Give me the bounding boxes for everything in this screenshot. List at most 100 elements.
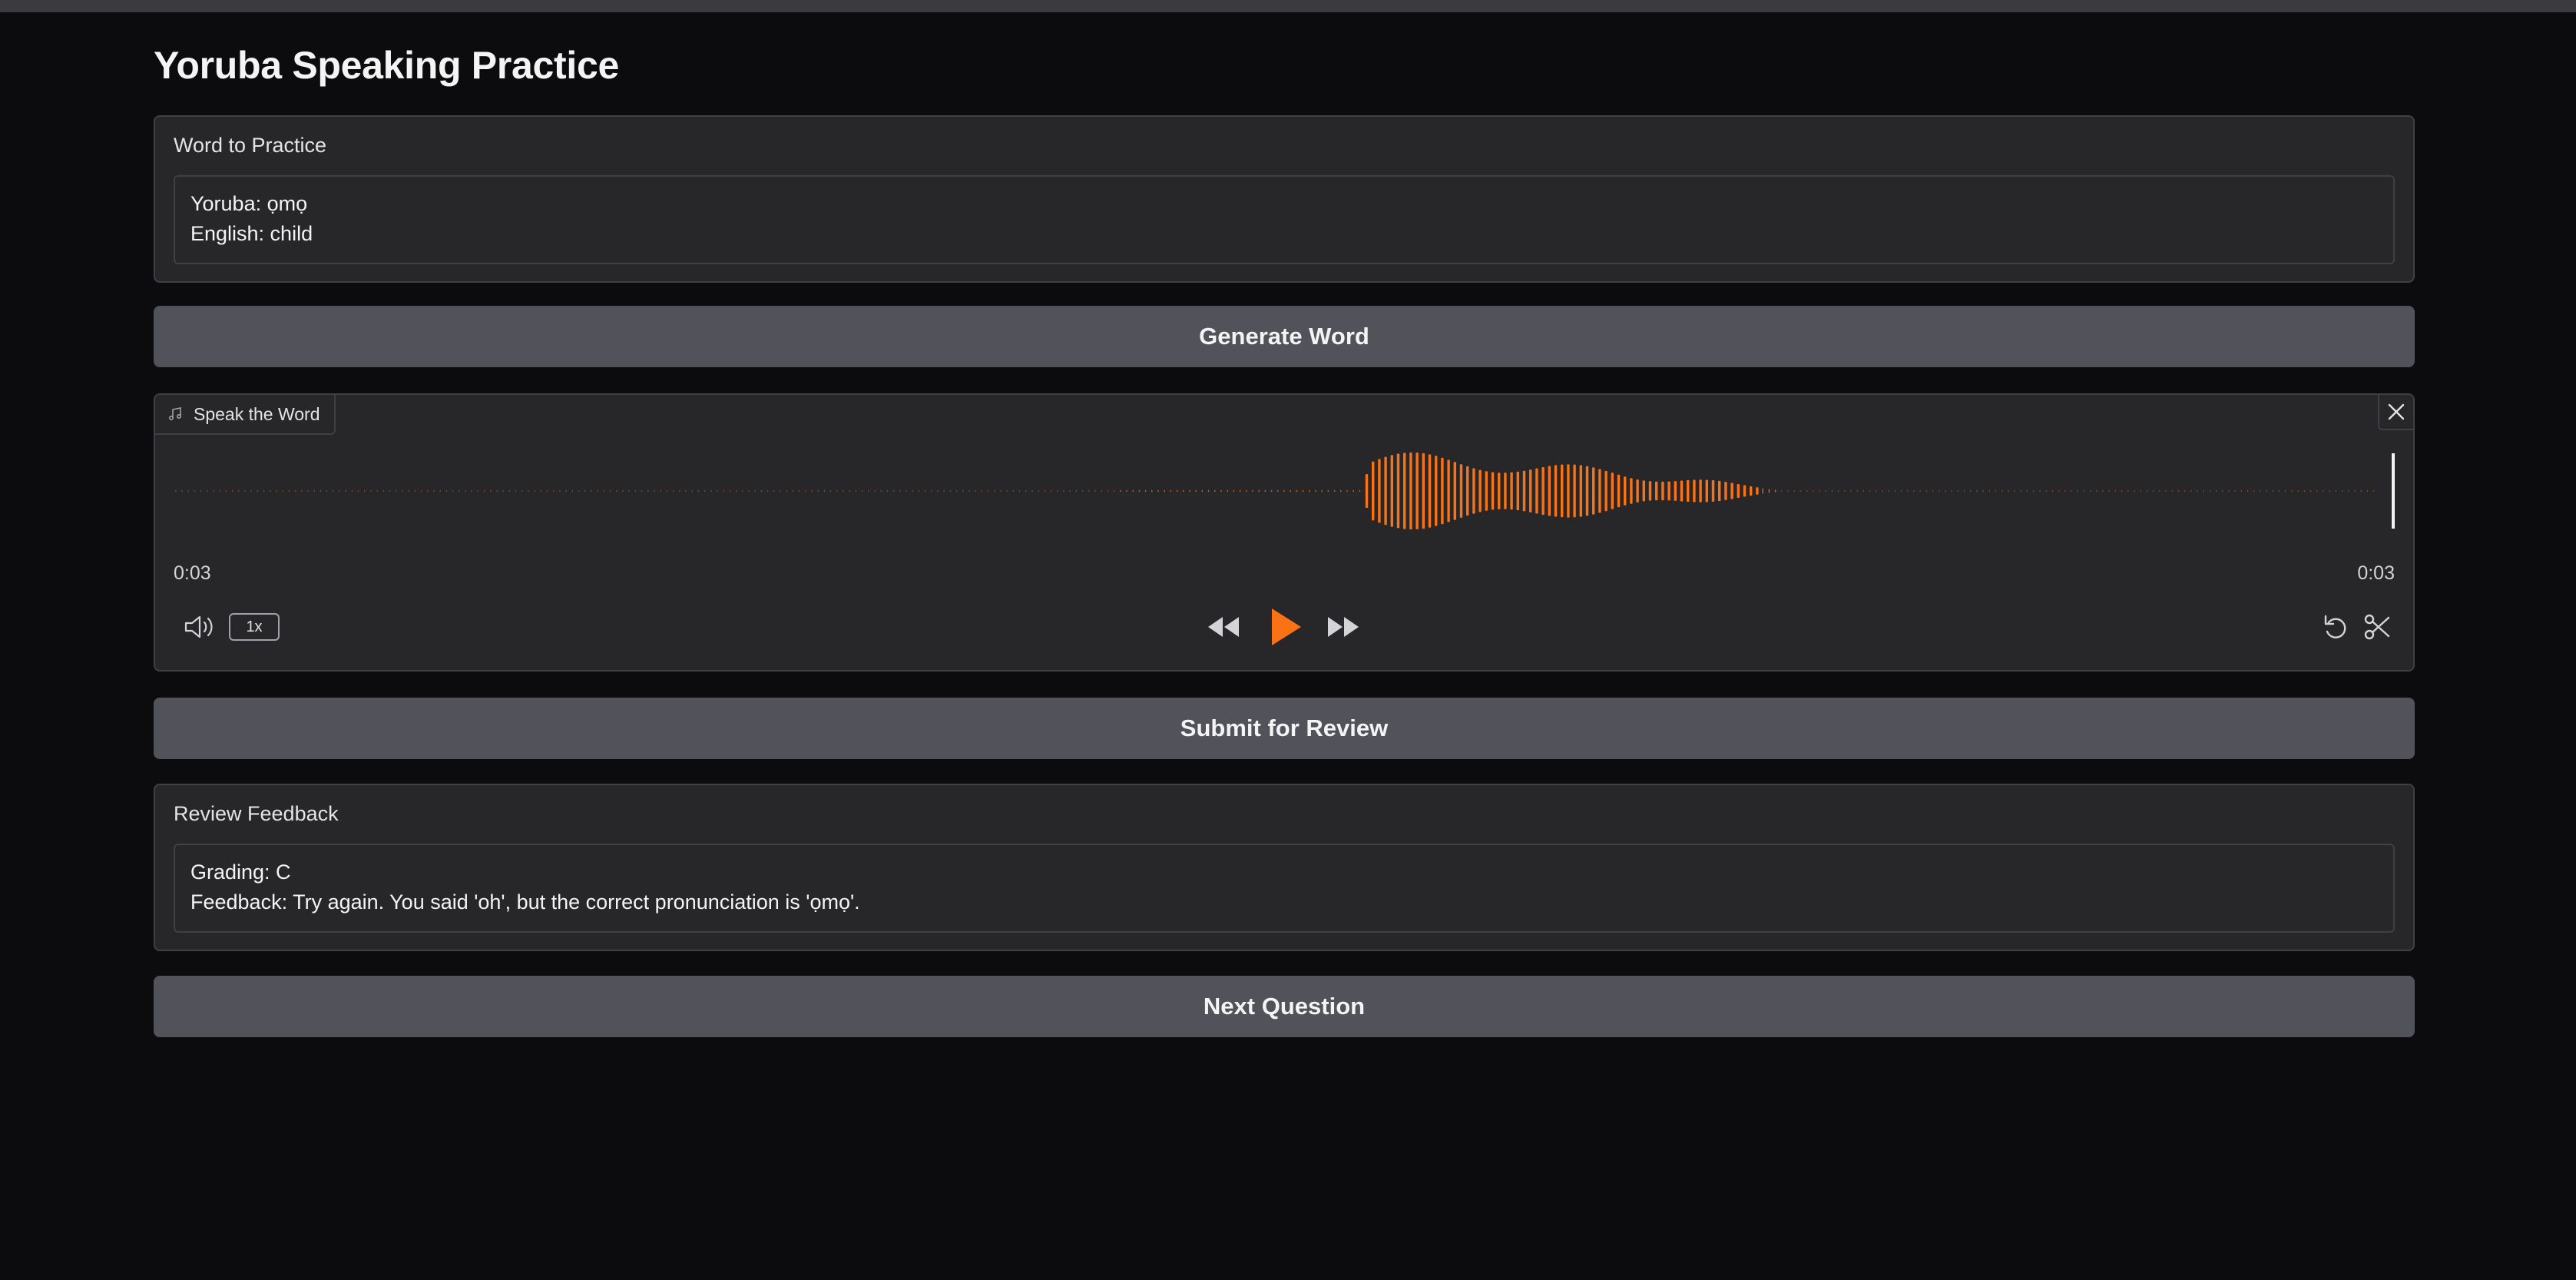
waveform-bar xyxy=(1687,479,1690,502)
feedback-output-textbox[interactable]: Grading: C Feedback: Try again. You said… xyxy=(174,844,2395,933)
fast-forward-icon xyxy=(1328,617,1359,637)
waveform-bar xyxy=(508,490,511,492)
waveform-bar xyxy=(1485,471,1488,511)
fast-forward-button[interactable] xyxy=(1324,612,1362,642)
waveform-bar xyxy=(238,490,240,492)
waveform-bar xyxy=(1813,490,1814,492)
waveform-bar xyxy=(2134,490,2135,492)
waveform-bar xyxy=(1207,489,1210,492)
waveform-bar xyxy=(2177,490,2180,492)
waveform-bar xyxy=(276,490,277,492)
waveform-bar xyxy=(1724,482,1727,500)
audio-waveform[interactable] xyxy=(174,449,2398,533)
waveform-bar xyxy=(339,490,340,492)
rewind-button[interactable] xyxy=(1204,612,1243,642)
waveform-bar xyxy=(1743,485,1747,497)
waveform-bar xyxy=(187,490,189,492)
waveform-bar xyxy=(370,490,372,492)
waveform-bar xyxy=(408,490,409,492)
waveform-bar xyxy=(1459,464,1463,518)
waveform-bar xyxy=(2058,490,2060,492)
waveform-bar xyxy=(459,490,460,492)
waveform-bar xyxy=(1435,456,1438,526)
waveform-bar xyxy=(1170,489,1172,492)
playhead-cursor[interactable] xyxy=(2392,453,2395,529)
playback-rate-button[interactable]: 1x xyxy=(229,613,280,641)
waveform-bar xyxy=(2102,490,2104,492)
waveform-bar xyxy=(1510,472,1513,510)
waveform-bar xyxy=(194,490,196,492)
generate-word-button[interactable]: Generate Word xyxy=(154,306,2415,367)
waveform-bar xyxy=(1195,489,1197,492)
trim-button[interactable] xyxy=(2361,612,2395,642)
waveform-bar xyxy=(1951,490,1952,492)
waveform-bar xyxy=(1201,489,1204,492)
waveform-bar xyxy=(1554,465,1558,517)
close-audio-button[interactable] xyxy=(2378,395,2413,430)
waveform-bar xyxy=(1409,452,1412,530)
waveform-bar xyxy=(591,490,592,492)
waveform-bar xyxy=(1806,490,1808,492)
word-panel-label: Word to Practice xyxy=(174,134,327,157)
waveform-bar xyxy=(729,490,731,492)
waveform-bar xyxy=(1913,490,1915,492)
next-question-button[interactable]: Next Question xyxy=(154,976,2415,1037)
waveform-bar xyxy=(1970,490,1972,492)
waveform-bar xyxy=(2165,490,2167,492)
waveform-bar xyxy=(357,490,359,492)
top-bar xyxy=(0,0,2576,12)
waveform-bar xyxy=(1132,489,1134,492)
waveform-bar xyxy=(1825,490,1826,492)
waveform-bar xyxy=(1264,489,1266,492)
volume-button[interactable] xyxy=(181,612,218,642)
waveform-bar xyxy=(1793,490,1795,492)
waveform-bar xyxy=(1283,489,1285,492)
waveform-bar xyxy=(786,490,787,492)
submit-for-review-button[interactable]: Submit for Review xyxy=(154,698,2415,759)
waveform-bar xyxy=(603,490,605,492)
waveform-bar xyxy=(2051,490,2054,492)
waveform-bar xyxy=(955,490,958,492)
waveform-bar xyxy=(1850,490,1852,492)
page-title: Yoruba Speaking Practice xyxy=(154,44,619,87)
waveform-bar xyxy=(1567,464,1570,518)
waveform-bar xyxy=(1894,490,1896,492)
waveform-bar xyxy=(742,490,743,492)
undo-button[interactable] xyxy=(2319,612,2353,642)
grading-line: Grading: C xyxy=(190,861,291,884)
waveform-bar xyxy=(1031,490,1033,492)
waveform-bar xyxy=(1630,478,1633,504)
waveform-bar xyxy=(313,490,315,492)
waveform-bar xyxy=(1346,489,1348,492)
waveform-bar xyxy=(2171,490,2173,492)
waveform-bar xyxy=(320,490,322,492)
word-output-textbox[interactable]: Yoruba: ọmọ English: child xyxy=(174,175,2395,264)
waveform-bar xyxy=(1069,490,1071,492)
waveform-bar xyxy=(1541,467,1545,516)
waveform-bar xyxy=(219,490,220,492)
waveform-bar xyxy=(1642,480,1645,502)
waveform-bar xyxy=(1561,464,1564,518)
play-button[interactable] xyxy=(1266,605,1306,648)
waveform-bar xyxy=(1837,490,1839,492)
feedback-panel-label: Review Feedback xyxy=(174,802,339,825)
waveform-bar xyxy=(1674,481,1677,501)
waveform-bar xyxy=(616,490,618,492)
waveform-bar xyxy=(231,490,233,492)
waveform-bar xyxy=(1504,473,1507,509)
waveform-bar xyxy=(1579,465,1582,517)
waveform-bar xyxy=(1491,472,1495,510)
waveform-bar xyxy=(2303,490,2306,492)
waveform-bar xyxy=(1548,466,1551,516)
waveform-bar xyxy=(773,490,775,492)
waveform-bar xyxy=(937,490,939,492)
waveform-bar xyxy=(1012,490,1015,492)
waveform-bar xyxy=(2121,490,2123,492)
waveform-bar xyxy=(2253,490,2255,492)
waveform-bar xyxy=(181,490,183,492)
waveform-bar xyxy=(207,490,208,492)
waveform-bar xyxy=(704,490,706,492)
waveform-bar xyxy=(1617,474,1621,508)
waveform-bar xyxy=(798,490,800,492)
waveform-bar xyxy=(1101,490,1102,492)
